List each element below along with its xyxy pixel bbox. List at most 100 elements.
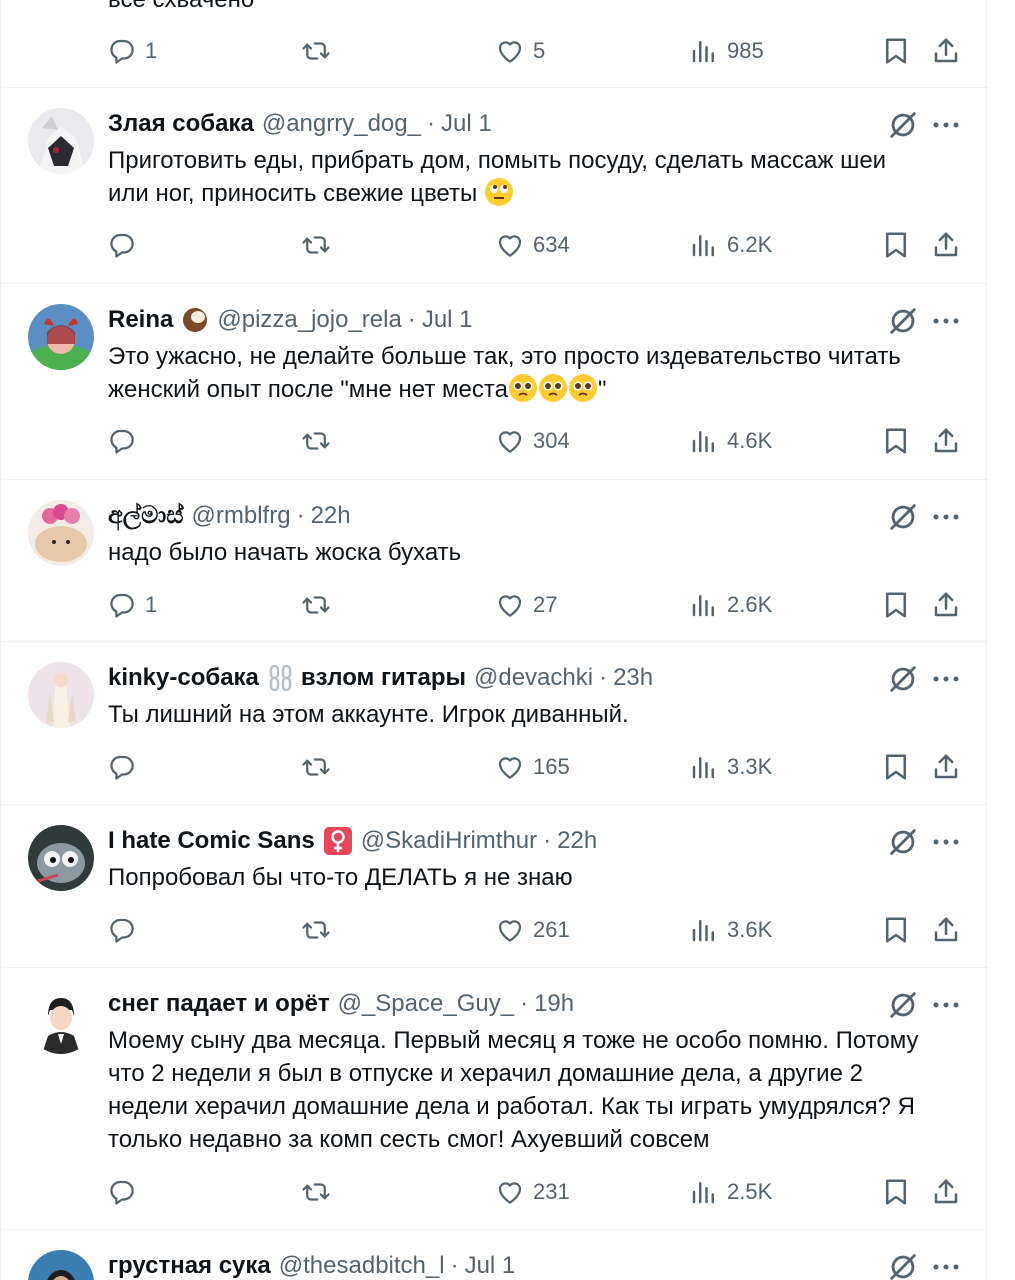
bookmark-icon xyxy=(881,230,911,260)
avatar[interactable] xyxy=(28,1250,94,1280)
avatar[interactable] xyxy=(28,825,94,891)
views-button[interactable]: 4.6K xyxy=(689,424,772,458)
more-options-icon[interactable] xyxy=(931,990,961,1020)
share-button[interactable] xyxy=(931,588,961,622)
grok-icon[interactable] xyxy=(886,500,920,534)
display-name[interactable]: kinky-собака xyxy=(108,664,259,692)
display-name[interactable]: Reina xyxy=(108,306,173,334)
retweet-button[interactable] xyxy=(301,1175,331,1209)
view-count: 2.5K xyxy=(727,1179,773,1204)
user-handle[interactable]: @devachki xyxy=(474,664,593,692)
grok-icon[interactable] xyxy=(886,988,920,1022)
more-options-icon[interactable] xyxy=(931,1252,961,1280)
reply-button[interactable] xyxy=(107,750,137,784)
user-handle[interactable]: @pizza_jojo_rela xyxy=(217,306,401,334)
views-button[interactable]: 3.6K xyxy=(689,913,772,947)
retweet-button[interactable] xyxy=(301,34,331,68)
more-options-icon[interactable] xyxy=(931,664,961,694)
like-button[interactable]: 634 xyxy=(495,228,570,262)
more-options-icon[interactable] xyxy=(931,110,961,140)
avatar[interactable] xyxy=(28,108,94,174)
reply-button[interactable]: 1 xyxy=(107,34,157,68)
avatar[interactable] xyxy=(28,500,94,566)
retweet-button[interactable] xyxy=(301,228,331,262)
like-button[interactable]: 5 xyxy=(495,34,545,68)
views-button[interactable]: 6.2K xyxy=(689,228,772,262)
timestamp[interactable]: 23h xyxy=(613,664,653,692)
views-button[interactable]: 2.6K xyxy=(689,588,772,622)
bookmark-button[interactable] xyxy=(881,750,911,784)
reply-button[interactable] xyxy=(107,424,137,458)
bookmark-button[interactable] xyxy=(881,913,911,947)
post[interactable]: අල්මාස් @rmblfrg · 22h надо было начать … xyxy=(1,480,988,642)
user-handle[interactable]: @SkadiHrimthur xyxy=(361,827,537,855)
avatar[interactable] xyxy=(28,988,94,1054)
share-button[interactable] xyxy=(931,34,961,68)
grok-icon[interactable] xyxy=(886,1250,920,1280)
post[interactable]: kinky-собака взлом гитары @devachki · 23… xyxy=(1,642,988,805)
post[interactable]: I hate Comic Sans @SkadiHrimthur · 22h П… xyxy=(1,805,988,968)
retweet-button[interactable] xyxy=(301,913,331,947)
like-button[interactable]: 231 xyxy=(495,1175,570,1209)
like-button[interactable]: 165 xyxy=(495,750,570,784)
grok-icon[interactable] xyxy=(886,825,920,859)
display-name[interactable]: Злая собака xyxy=(108,110,254,138)
reply-button[interactable] xyxy=(107,913,137,947)
like-button[interactable]: 304 xyxy=(495,424,570,458)
bookmark-button[interactable] xyxy=(881,228,911,262)
share-button[interactable] xyxy=(931,913,961,947)
more-options-icon[interactable] xyxy=(931,306,961,336)
share-button[interactable] xyxy=(931,750,961,784)
post[interactable]: Злая собака @angrry_dog_ · Jul 1 Пригото… xyxy=(1,88,988,284)
user-handle[interactable]: @_Space_Guy_ xyxy=(338,990,514,1018)
more-options-icon[interactable] xyxy=(931,827,961,857)
timestamp[interactable]: 22h xyxy=(311,502,351,530)
post[interactable]: Reina @pizza_jojo_rela · Jul 1 Это ужасн… xyxy=(1,284,988,480)
display-name[interactable]: අල්මාස් xyxy=(108,502,184,530)
like-button[interactable]: 27 xyxy=(495,588,557,622)
share-button[interactable] xyxy=(931,1175,961,1209)
views-button[interactable]: 3.3K xyxy=(689,750,772,784)
bookmark-button[interactable] xyxy=(881,34,911,68)
avatar[interactable] xyxy=(28,662,94,728)
bookmark-button[interactable] xyxy=(881,588,911,622)
bookmark-button[interactable] xyxy=(881,424,911,458)
retweet-button[interactable] xyxy=(301,750,331,784)
reply-button[interactable]: 1 xyxy=(107,588,157,622)
timestamp[interactable]: Jul 1 xyxy=(441,110,492,138)
share-button[interactable] xyxy=(931,424,961,458)
views-button[interactable]: 2.5K xyxy=(689,1175,772,1209)
heart-icon xyxy=(495,752,525,782)
like-button[interactable]: 261 xyxy=(495,913,570,947)
grok-icon[interactable] xyxy=(886,304,920,338)
like-count: 27 xyxy=(533,592,558,617)
like-count: 261 xyxy=(533,917,570,942)
post-partial-top[interactable]: все схвачено 1 5 985 xyxy=(1,0,988,88)
timestamp[interactable]: Jul 1 xyxy=(422,306,473,334)
user-handle[interactable]: @angrry_dog_ xyxy=(262,110,421,138)
user-handle[interactable]: @thesadbitch_l xyxy=(279,1252,445,1280)
user-handle[interactable]: @rmblfrg xyxy=(192,502,291,530)
display-name[interactable]: I hate Comic Sans xyxy=(108,827,315,855)
retweet-button[interactable] xyxy=(301,588,331,622)
bookmark-button[interactable] xyxy=(881,1175,911,1209)
timestamp[interactable]: 19h xyxy=(534,990,574,1018)
post[interactable]: снег падает и орёт @_Space_Guy_ · 19h Мо… xyxy=(1,968,988,1230)
share-button[interactable] xyxy=(931,228,961,262)
views-chart-icon xyxy=(689,752,719,782)
display-name[interactable]: снег падает и орёт xyxy=(108,990,330,1018)
reply-button[interactable] xyxy=(107,228,137,262)
more-options-icon[interactable] xyxy=(931,502,961,532)
timestamp[interactable]: 22h xyxy=(557,827,597,855)
avatar[interactable] xyxy=(28,304,94,370)
retweet-button[interactable] xyxy=(301,424,331,458)
views-button[interactable]: 985 xyxy=(689,34,764,68)
reply-button[interactable] xyxy=(107,1175,137,1209)
like-count: 165 xyxy=(533,754,570,779)
timestamp[interactable]: Jul 1 xyxy=(465,1252,516,1280)
grok-icon[interactable] xyxy=(886,662,920,696)
grok-icon[interactable] xyxy=(886,108,920,142)
display-name[interactable]: грустная сука xyxy=(108,1252,271,1280)
post[interactable]: грустная сука @thesadbitch_l · Jul 1 xyxy=(1,1230,988,1280)
display-name-suffix[interactable]: взлом гитары xyxy=(301,664,466,692)
